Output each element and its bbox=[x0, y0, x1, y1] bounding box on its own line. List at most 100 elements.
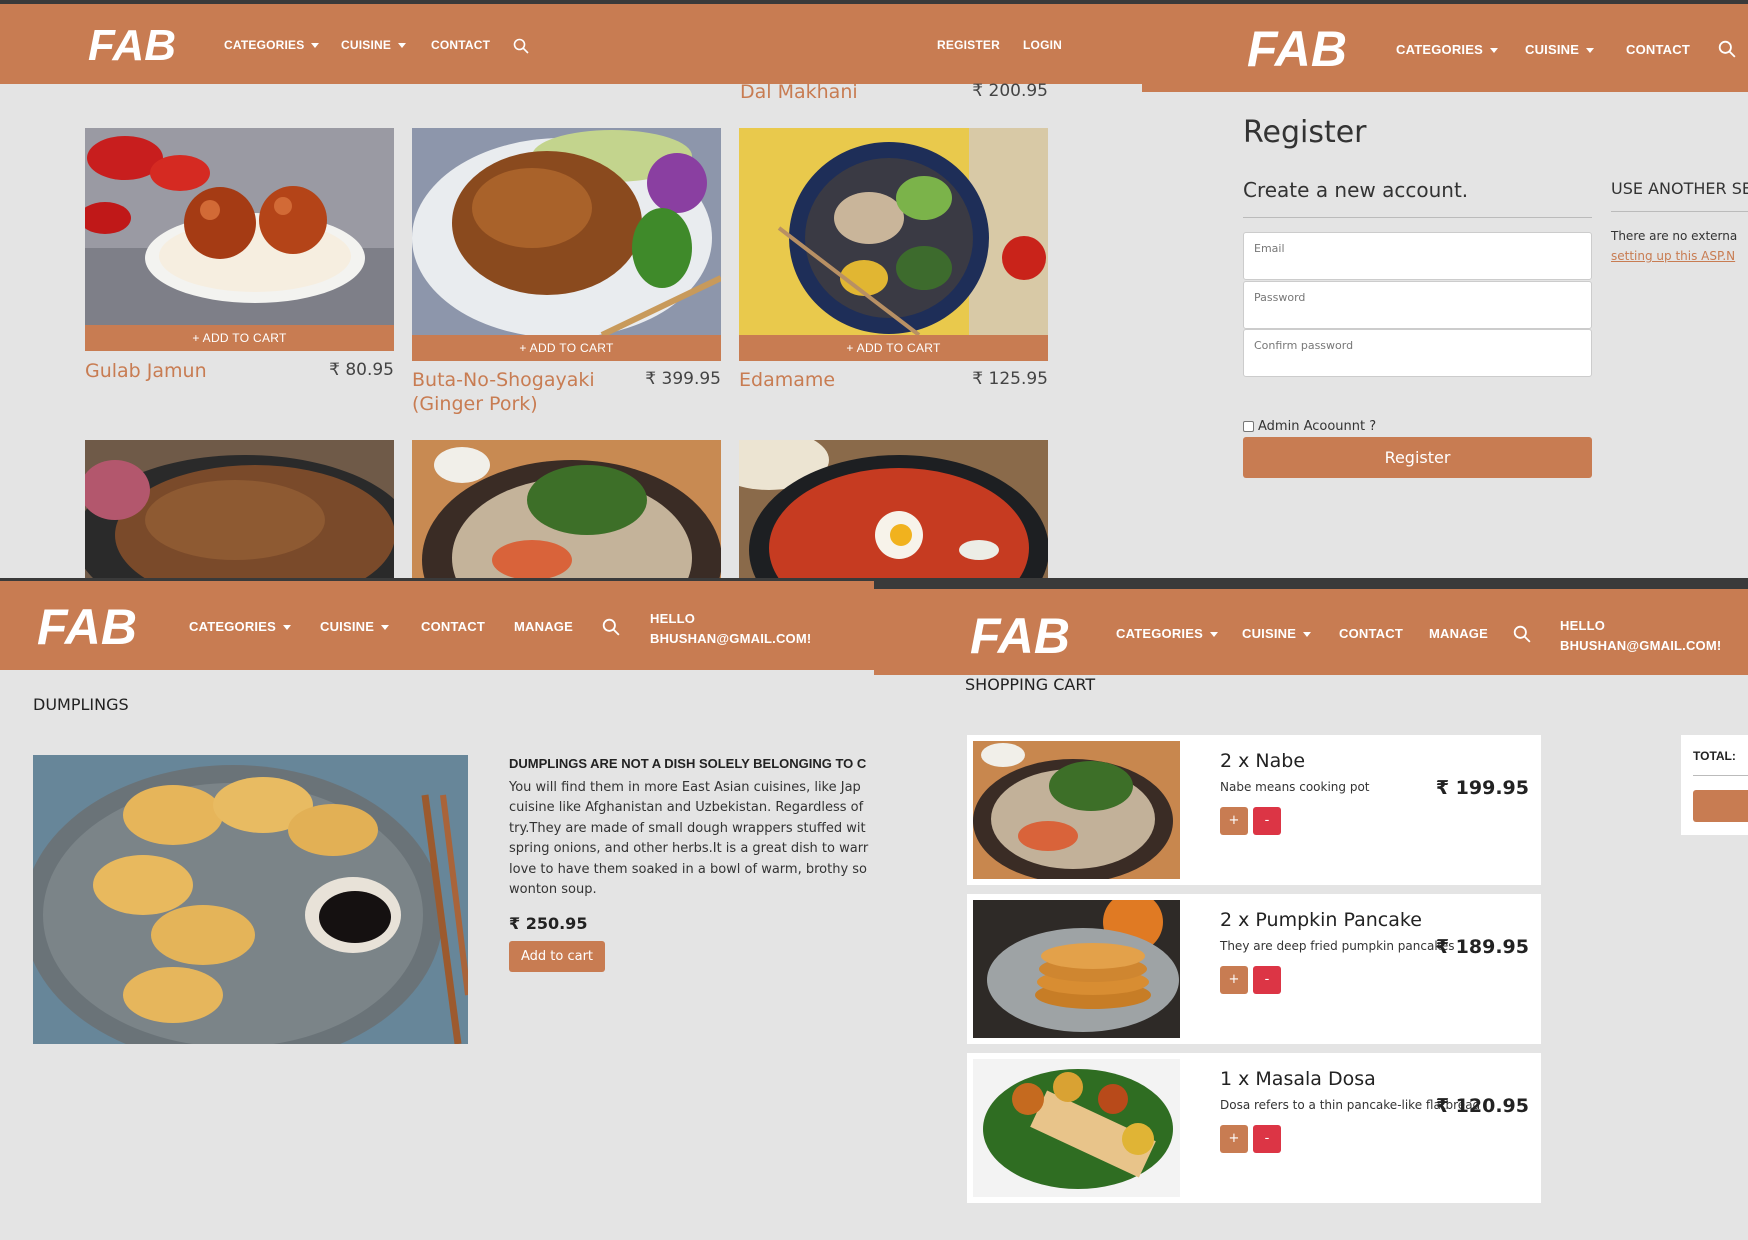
page-title: Register bbox=[1243, 115, 1367, 150]
menu-page-panel: FAB CATEGORIES CUISINE CONTACT REGISTER … bbox=[0, 0, 1142, 578]
register-page-panel: FAB CATEGORIES CUISINE CONTACT Register … bbox=[1142, 0, 1748, 578]
food-name[interactable]: Gulab Jamun bbox=[85, 359, 295, 383]
description-line: try.They are made of small dough wrapper… bbox=[509, 820, 866, 836]
decrease-quantity-button[interactable]: - bbox=[1253, 966, 1281, 994]
checkout-button[interactable] bbox=[1693, 790, 1748, 822]
svg-text:FAB: FAB bbox=[88, 22, 176, 66]
dumplings-image bbox=[33, 755, 468, 1044]
email-label: Email bbox=[1254, 242, 1285, 255]
nav-cuisine-label: CUISINE bbox=[320, 619, 375, 634]
chevron-down-icon bbox=[1586, 48, 1595, 54]
chevron-down-icon bbox=[398, 43, 407, 49]
nav-categories[interactable]: CATEGORIES bbox=[1396, 42, 1498, 57]
gulab-jamun-image[interactable] bbox=[85, 128, 394, 325]
external-login-link[interactable]: setting up this ASP.N bbox=[1611, 249, 1735, 263]
nav-contact[interactable]: CONTACT bbox=[1626, 42, 1690, 57]
nav-contact[interactable]: CONTACT bbox=[421, 619, 485, 634]
svg-text:FAB: FAB bbox=[37, 600, 137, 650]
chilaquiles-image[interactable] bbox=[739, 440, 1048, 578]
food-price: ₹ 399.95 bbox=[645, 369, 721, 389]
search-icon[interactable] bbox=[602, 618, 620, 640]
nav-categories[interactable]: CATEGORIES bbox=[189, 619, 291, 634]
edamame-image[interactable] bbox=[739, 128, 1048, 335]
fab-logo[interactable]: FAB bbox=[970, 609, 1076, 659]
food-name[interactable]: Buta-No-Shogayaki (Ginger Pork) bbox=[412, 368, 612, 416]
cart-item-name: 1 x Masala Dosa bbox=[1220, 1068, 1376, 1090]
masala-dosa-thumbnail bbox=[973, 1059, 1180, 1197]
add-to-cart-button[interactable]: + ADD TO CART bbox=[739, 335, 1048, 361]
description-line: You will find them in more East Asian cu… bbox=[509, 780, 861, 795]
dish-page-panel: FAB CATEGORIES CUISINE CONTACT MANAGE HE… bbox=[0, 578, 874, 1240]
nav-categories-label: CATEGORIES bbox=[189, 619, 276, 634]
decrease-quantity-button[interactable]: - bbox=[1253, 807, 1281, 835]
nabe-thumbnail bbox=[973, 741, 1180, 879]
search-icon[interactable] bbox=[1718, 40, 1736, 62]
cart-item-price: ₹ 189.95 bbox=[1435, 936, 1529, 958]
cart-item-description: Nabe means cooking pot bbox=[1220, 780, 1370, 794]
add-to-cart-button[interactable]: + ADD TO CART bbox=[412, 335, 721, 361]
nav-categories-label: CATEGORIES bbox=[224, 38, 305, 52]
description-line: cuisine like Afghanistan and Uzbekistan.… bbox=[509, 800, 864, 816]
nav-categories-label: CATEGORIES bbox=[1396, 42, 1483, 57]
divider bbox=[1611, 211, 1748, 212]
svg-text:FAB: FAB bbox=[970, 609, 1070, 659]
nav-user-greeting[interactable]: HELLO BHUSHAN@GMAIL.COM! bbox=[650, 609, 811, 649]
dish-heading: DUMPLINGS ARE NOT A DISH SOLELY BELONGIN… bbox=[509, 756, 867, 771]
nav-manage[interactable]: MANAGE bbox=[1429, 626, 1488, 641]
description-line: love to have them soaked in a bowl of wa… bbox=[509, 861, 867, 877]
nav-contact[interactable]: CONTACT bbox=[1339, 626, 1403, 641]
nav-cuisine[interactable]: CUISINE bbox=[320, 619, 390, 634]
increase-quantity-button[interactable]: + bbox=[1220, 1125, 1248, 1153]
external-login-heading: USE ANOTHER SE bbox=[1611, 179, 1748, 198]
nav-contact[interactable]: CONTACT bbox=[431, 38, 490, 52]
add-to-cart-button[interactable]: + ADD TO CART bbox=[85, 325, 394, 351]
add-to-cart-button[interactable]: Add to cart bbox=[509, 941, 605, 972]
email-field[interactable]: Email bbox=[1243, 232, 1592, 280]
nav-cuisine[interactable]: CUISINE bbox=[1525, 42, 1595, 57]
register-button[interactable]: Register bbox=[1243, 437, 1592, 478]
search-icon[interactable] bbox=[1513, 625, 1531, 647]
food-name[interactable]: Edamame bbox=[739, 368, 939, 392]
fab-logo[interactable]: FAB bbox=[37, 600, 143, 650]
chevron-down-icon bbox=[1303, 632, 1312, 638]
chevron-down-icon bbox=[1210, 632, 1218, 638]
divider bbox=[1243, 217, 1592, 218]
increase-quantity-button[interactable]: + bbox=[1220, 966, 1248, 994]
nav-cuisine[interactable]: CUISINE bbox=[1242, 626, 1312, 641]
fab-logo[interactable]: FAB bbox=[1247, 22, 1353, 72]
beef-bowl-image[interactable] bbox=[85, 440, 394, 578]
description-line: spring onions, and other herbs.It is a g… bbox=[509, 841, 869, 857]
decrease-quantity-button[interactable]: - bbox=[1253, 1125, 1281, 1153]
dish-price: ₹ 250.95 bbox=[509, 914, 588, 933]
nav-register[interactable]: REGISTER bbox=[937, 38, 1000, 52]
page-title: DUMPLINGS bbox=[33, 695, 129, 714]
cart-total-card: TOTAL: bbox=[1681, 735, 1748, 835]
confirm-password-field[interactable]: Confirm password bbox=[1243, 329, 1592, 377]
nabe-image[interactable] bbox=[412, 440, 721, 578]
total-label: TOTAL: bbox=[1693, 749, 1736, 763]
cart-page-panel: FAB CATEGORIES CUISINE CONTACT MANAGE HE… bbox=[874, 589, 1748, 1240]
nav-cuisine-label: CUISINE bbox=[341, 38, 392, 52]
food-price: ₹ 125.95 bbox=[972, 369, 1048, 389]
nav-cuisine-label: CUISINE bbox=[1242, 626, 1297, 641]
cart-item-name: 2 x Pumpkin Pancake bbox=[1220, 909, 1422, 931]
admin-checkbox[interactable] bbox=[1243, 421, 1254, 432]
cart-item: 2 x Pumpkin Pancake They are deep fried … bbox=[967, 894, 1541, 1044]
cart-item-price: ₹ 199.95 bbox=[1435, 777, 1529, 799]
search-icon[interactable] bbox=[513, 38, 529, 58]
nav-manage[interactable]: MANAGE bbox=[514, 619, 573, 634]
password-field[interactable]: Password bbox=[1243, 281, 1592, 329]
nav-categories[interactable]: CATEGORIES bbox=[1116, 626, 1218, 641]
buta-no-shogayaki-image[interactable] bbox=[412, 128, 721, 335]
password-label: Password bbox=[1254, 291, 1306, 304]
increase-quantity-button[interactable]: + bbox=[1220, 807, 1248, 835]
nav-cuisine[interactable]: CUISINE bbox=[341, 38, 407, 52]
fab-logo[interactable]: FAB bbox=[88, 22, 184, 66]
navbar: FAB CATEGORIES CUISINE CONTACT REGISTER … bbox=[0, 0, 1142, 84]
nav-user-greeting[interactable]: HELLO BHUSHAN@GMAIL.COM! bbox=[1560, 616, 1721, 656]
nav-categories[interactable]: CATEGORIES bbox=[224, 38, 320, 52]
nav-login[interactable]: LOGIN bbox=[1023, 38, 1062, 52]
dish-description: You will find them in more East Asian cu… bbox=[509, 778, 868, 900]
chevron-down-icon bbox=[381, 625, 390, 631]
chevron-down-icon bbox=[1490, 48, 1498, 54]
